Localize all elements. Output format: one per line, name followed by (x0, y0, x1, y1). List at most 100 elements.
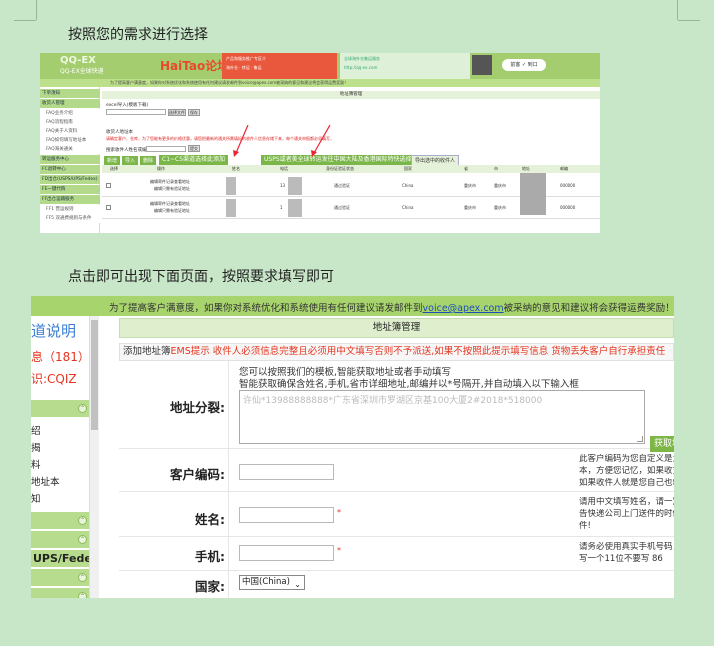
name-note-2: 告快递公司上门送件的时候 (579, 509, 674, 519)
chevron-icon[interactable]: ⌃ (78, 592, 87, 598)
s2-sidebar: 道说明 息（181） 识:CQIZ ⌃ 绍 揭 料 地址本 知 ⌃ ⌃ UPS/… (31, 316, 90, 598)
s1-col: 市 (494, 166, 498, 171)
phone-input[interactable] (239, 545, 334, 561)
phone-note-2: 写一个11位不要写 86 (579, 554, 663, 564)
form-row-phone: 手机: * 请务必使用真实手机号码， 写一个11位不要写 86 (119, 537, 674, 571)
blurred-phone (288, 177, 302, 195)
qr-code-icon (472, 55, 492, 75)
s2-notice-pre: 为了提高客户满意度，如果你对系统优化和系统使用有任何建议请发邮件到 (109, 303, 423, 314)
s1-pill-button[interactable]: 前客 ✓ 到口 (502, 59, 546, 71)
s2-main: 地址簿管理 添加地址簿EMS提示 收件人必须信息完整且必须用中文填写否则不予派送… (101, 316, 674, 598)
customer-note-2: 本，方便您记忆，如果收货 (579, 466, 674, 476)
customer-code-input[interactable] (239, 464, 334, 480)
s1-side-item[interactable]: FF1 营运规则 (40, 205, 100, 214)
s1-search-input[interactable] (146, 146, 186, 152)
s1-side-item[interactable]: FF5 双通费规则与条件 (40, 214, 100, 223)
s1-row-prov: 重庆市 (464, 183, 476, 188)
country-select[interactable]: 中国(China) ⌄ (239, 575, 305, 590)
s1-side-item[interactable]: FAQ海关通关 (40, 145, 100, 154)
s1-row-tel: 1 (280, 205, 283, 210)
s1-brand: HaiTao论坛 (160, 59, 230, 73)
row-checkbox[interactable] (106, 183, 111, 188)
s1-col: 邮编 (560, 166, 568, 171)
s2-side-group[interactable]: ⌃ (31, 531, 89, 548)
s1-banner-red[interactable]: 产品和服务推广专区介 海外仓 · 转运 · 集运 (222, 53, 337, 79)
s1-save-button[interactable]: 保存 (188, 109, 200, 116)
s1-row-op2[interactable]: 编辑只需有验证地址 (154, 186, 190, 192)
s2-side-item[interactable]: 知 (31, 491, 41, 505)
s1-side-item[interactable]: 下单须知 (40, 89, 100, 98)
s1-excel-label[interactable]: excel导入(模板下载) (106, 102, 148, 108)
s2-side-group-ups[interactable]: UPS/Fedex (31, 550, 89, 567)
email-link[interactable]: voice@apex.com (423, 303, 504, 314)
s2-side-item[interactable]: 揭 (31, 440, 41, 454)
required-star: * (337, 508, 341, 517)
red-arrows (233, 125, 331, 157)
name-note-3: 件! (579, 521, 591, 531)
phone-label: 手机: (119, 537, 229, 570)
s1-file-input[interactable] (106, 109, 166, 115)
scrollbar[interactable] (89, 316, 99, 598)
scrollbar-thumb[interactable] (91, 320, 98, 430)
s2-side-item[interactable]: 地址本 (31, 474, 60, 488)
parse-label: 地址分裂: (119, 361, 229, 448)
s2-side-group[interactable]: ⌃ (31, 400, 89, 417)
s1-sidebar: 下单须知 收货人管理 FAQ业务介绍 FAQ流程指南 FAQ关于人资料 FAQ如… (40, 87, 100, 233)
s1-side-item[interactable]: FAQ如何填写地址本 (40, 136, 100, 145)
address-textarea-placeholder: 许仙*13988888888*广东省深圳市罗湖区京基100大厦2#2018*51… (243, 396, 543, 406)
s2-message-count[interactable]: 息（181） (31, 348, 90, 365)
s1-col: 省 (464, 166, 468, 171)
s1-side-item[interactable]: FC退转中心 (40, 165, 100, 174)
customer-code-label: 客户编码: (119, 449, 229, 491)
name-input[interactable] (239, 507, 334, 523)
s1-main: 地址簿管理 excel导入(模板下载) 选择文件 保存 收货人地址本 请确定客户… (102, 87, 600, 233)
s1-banner-green[interactable]: 全球海外仓集运服务 http://qq-ex.com (340, 53, 470, 79)
step1-text: 按照您的需求进行选择 (68, 27, 208, 43)
chevron-icon[interactable]: ⌃ (78, 573, 87, 582)
s1-choose-file-button[interactable]: 选择文件 (168, 109, 186, 116)
s1-col: 操作 (157, 166, 165, 171)
s1-row-country: China (402, 205, 414, 210)
s1-row-status: 通过验证 (334, 205, 350, 210)
s1-logo-sub: QQ-EX全球快递 (60, 68, 104, 75)
s2-side-group[interactable]: ⌃ (31, 512, 89, 529)
resize-grip-icon[interactable] (637, 436, 643, 442)
required-star: * (337, 546, 341, 555)
chevron-icon[interactable]: ⌃ (78, 516, 87, 525)
blurred-name (226, 199, 236, 217)
s1-notice-strip: 为了提高客户满意度，如果你对系统优化和系统使用有任何建议请发邮件到voice@a… (40, 79, 600, 87)
s1-submit-button[interactable]: 提交 (188, 145, 200, 152)
s1-side-item[interactable]: FE一键代购 (40, 185, 100, 194)
chevron-down-icon: ⌄ (294, 580, 301, 589)
s2-side-group[interactable]: ⌃ (31, 588, 89, 598)
s2-side-item[interactable]: 绍 (31, 423, 41, 437)
s1-side-item[interactable]: FAQ业务介绍 (40, 109, 100, 118)
s1-logo: QQ-EX (60, 55, 96, 66)
form-row-name: 姓名: * 请用中文填写姓名，请一定 告快递公司上门送件的时候 件! (119, 492, 674, 537)
s1-side-item[interactable]: 转运服务中心 (40, 155, 100, 164)
s1-side-item[interactable]: FAQ流程指南 (40, 118, 100, 127)
s2-warning: 添加地址簿EMS提示 收件人必须信息完整且必须用中文填写否则不予派送,如果不按照… (119, 343, 674, 361)
s1-row-op1[interactable]: 编辑寄件记录查看地址 (150, 179, 190, 185)
s1-col: 身份证验证状态 (326, 166, 354, 171)
s1-banner-red-line2: 海外仓 · 转运 · 集运 (226, 65, 262, 70)
chevron-icon[interactable]: ⌃ (78, 535, 87, 544)
screenshot-2: 为了提高客户满意度，如果你对系统优化和系统使用有任何建议请发邮件到voice@a… (31, 296, 674, 598)
s2-side-item[interactable]: 料 (31, 457, 41, 471)
s1-side-item[interactable]: FF出仓运输服务 (40, 195, 100, 204)
chevron-icon[interactable]: ⌃ (78, 404, 87, 413)
s2-side-group[interactable]: ⌃ (31, 569, 89, 586)
form-row-parse: 地址分裂: 您可以按照我们的模板,智能获取地址或者手动填写 智能获取确保含姓名,… (119, 361, 674, 449)
s1-banner-green-line2: http://qq-ex.com (344, 65, 378, 70)
address-form: 地址分裂: 您可以按照我们的模板,智能获取地址或者手动填写 智能获取确保含姓名,… (119, 361, 674, 598)
address-textarea[interactable]: 许仙*13988888888*广东省深圳市罗湖区京基100大厦2#2018*51… (239, 390, 645, 444)
s2-side-title[interactable]: 道说明 (31, 320, 76, 341)
s1-side-item[interactable]: FD出仓(USPS/UPS/Fedex) (40, 175, 100, 184)
s1-side-item[interactable]: 收货人管理 (40, 99, 100, 108)
s1-row-op2[interactable]: 编辑只需有验证地址 (154, 208, 190, 214)
s1-side-item[interactable]: FAQ关于人资料 (40, 127, 100, 136)
s1-notice: 为了提高客户满意度，如果你对系统优化和系统使用有任何建议请发邮件到voice@a… (110, 80, 349, 85)
s1-row-op1[interactable]: 编辑寄件记录查看地址 (150, 201, 190, 207)
s1-row-zip: 000000 (560, 183, 576, 188)
row-checkbox[interactable] (106, 205, 111, 210)
